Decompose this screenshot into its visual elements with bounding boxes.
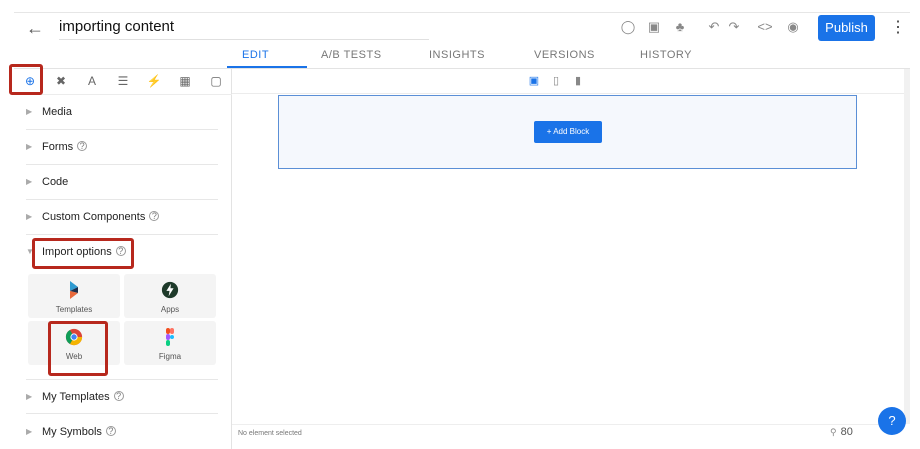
annotation-box [48, 321, 108, 376]
empty-block[interactable]: + Add Block [278, 95, 857, 169]
bell-icon[interactable]: ♣ [671, 18, 689, 36]
top-bar: ← importing content ◯ ▣ ♣ ↶ ↷ <> ◉ Publi… [14, 12, 910, 42]
page-title[interactable]: importing content [59, 18, 174, 35]
tile-label: Apps [160, 305, 180, 314]
section-label: My Templates [42, 391, 110, 403]
import-tile-apps[interactable]: Apps [124, 274, 216, 318]
section-label: My Symbols [42, 426, 102, 438]
device-toolbar: ▣ ▯ ▮ [232, 69, 904, 94]
canvas-scrollbar[interactable] [904, 69, 910, 424]
help-icon[interactable]: ? [105, 426, 116, 436]
tile-label: Figma [158, 352, 182, 361]
mobile-icon[interactable]: ▮ [572, 75, 584, 87]
section-label: Custom Components [42, 211, 146, 223]
help-button[interactable]: ? [878, 407, 906, 435]
caret-right-icon: ▶ [26, 427, 33, 436]
section-custom-components[interactable]: ▶ Custom Components? [26, 200, 218, 235]
figma-icon [166, 328, 174, 346]
help-icon[interactable]: ? [113, 391, 124, 401]
schedule-icon[interactable]: ▣ [645, 18, 663, 36]
zoom-value: 80 [840, 426, 853, 438]
import-tile-templates[interactable]: Templates [28, 274, 120, 318]
tab-insights[interactable]: INSIGHTS [429, 49, 485, 61]
zoom-icon: ⚲ [830, 427, 837, 437]
typography-icon[interactable]: A [84, 73, 100, 89]
database-icon[interactable]: ▦ [177, 73, 193, 89]
tile-label: Templates [55, 305, 93, 314]
desktop-icon[interactable]: ▣ [528, 75, 540, 87]
layers-icon[interactable]: ☰ [115, 73, 131, 89]
help-icon[interactable]: ? [77, 141, 88, 151]
comment-icon[interactable]: ▢ [208, 73, 224, 89]
help-icon[interactable]: ? [149, 211, 160, 221]
tab-bar: EDIT A/B TESTS INSIGHTS VERSIONS HISTORY [14, 43, 910, 69]
caret-right-icon: ▶ [26, 392, 33, 401]
section-label: Code [42, 176, 69, 188]
undo-icon[interactable]: ↶ [705, 18, 723, 36]
tab-history[interactable]: HISTORY [640, 49, 692, 61]
active-tab-indicator [227, 66, 307, 68]
section-code[interactable]: ▶ Code [26, 165, 218, 200]
import-tile-figma[interactable]: Figma [124, 321, 216, 365]
ab-test-icon[interactable]: ◯ [619, 18, 637, 36]
preview-eye-icon[interactable]: ◉ [784, 18, 802, 36]
builder-logo-icon [70, 281, 78, 299]
more-vertical-icon[interactable]: ⋮ [890, 17, 906, 37]
back-arrow-icon[interactable]: ← [24, 18, 46, 40]
lightning-icon[interactable]: ⚡ [146, 73, 162, 89]
caret-right-icon: ▶ [26, 177, 33, 186]
section-my-templates[interactable]: ▶ My Templates? [26, 379, 218, 414]
tab-versions[interactable]: VERSIONS [534, 49, 595, 61]
caret-right-icon: ▶ [26, 107, 33, 116]
tablet-icon[interactable]: ▯ [550, 75, 562, 87]
annotation-box [9, 64, 43, 95]
sidebar-icon-bar: ⊕ ✖ A ☰ ⚡ ▦ ▢ [14, 69, 232, 95]
zoom-control[interactable]: ⚲ 80 [830, 426, 853, 438]
editor-canvas[interactable]: ▣ ▯ ▮ + Add Block [232, 69, 904, 424]
title-underline [59, 39, 429, 40]
section-my-symbols[interactable]: ▶ My Symbols? [26, 415, 218, 449]
caret-right-icon: ▶ [26, 142, 33, 151]
section-media[interactable]: ▶ Media [26, 95, 218, 130]
tab-edit[interactable]: EDIT [242, 49, 269, 61]
publish-button[interactable]: Publish [818, 15, 875, 41]
apps-bolt-icon [161, 281, 179, 299]
code-icon[interactable]: <> [756, 18, 774, 36]
annotation-box [32, 238, 134, 269]
add-block-button[interactable]: + Add Block [534, 121, 602, 143]
section-label: Media [42, 106, 72, 118]
section-label: Forms [42, 141, 74, 153]
caret-right-icon: ▶ [26, 212, 33, 221]
tab-ab-tests[interactable]: A/B TESTS [321, 49, 382, 61]
selection-status: No element selected [238, 430, 302, 437]
status-bar: No element selected ⚲ 80 [232, 424, 904, 442]
redo-icon[interactable]: ↷ [725, 18, 743, 36]
tools-icon[interactable]: ✖ [53, 73, 69, 89]
section-forms[interactable]: ▶ Forms? [26, 130, 218, 165]
